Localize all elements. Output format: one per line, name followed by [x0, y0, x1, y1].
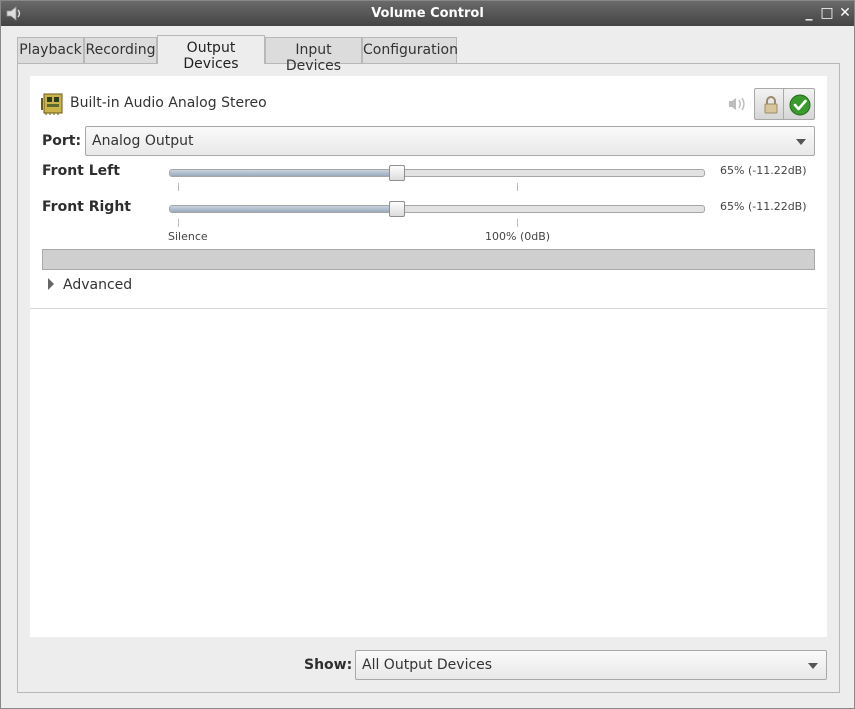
tick-silence — [178, 219, 179, 227]
volume-control-window: Volume Control _ □ ✕ Playback Recording … — [0, 0, 855, 709]
minimize-button[interactable]: _ — [800, 4, 818, 22]
slider-fill — [170, 206, 397, 212]
mark-silence-label: Silence — [168, 230, 208, 243]
tab-configuration[interactable]: Configuration — [362, 37, 458, 63]
checkmark-icon — [789, 94, 811, 116]
set-default-button[interactable] — [783, 88, 815, 120]
channel-label-front-right: Front Right — [42, 199, 131, 215]
tab-playback[interactable]: Playback — [17, 37, 84, 63]
chevron-down-icon — [808, 663, 818, 669]
close-button[interactable]: ✕ — [836, 4, 854, 22]
expander-arrow-icon — [48, 278, 54, 290]
volume-value-front-left: 65% (-11.22dB) — [720, 164, 807, 177]
padlock-icon — [764, 96, 778, 114]
lock-channels-button[interactable] — [754, 88, 786, 120]
slider-thumb[interactable] — [389, 165, 405, 181]
show-label: Show: — [304, 657, 353, 673]
device-panel — [30, 76, 827, 637]
slider-thumb[interactable] — [389, 201, 405, 217]
device-name: Built-in Audio Analog Stereo — [70, 95, 267, 111]
show-filter-select[interactable]: All Output Devices — [355, 650, 827, 680]
advanced-label: Advanced — [63, 277, 133, 293]
channel-label-front-left: Front Left — [42, 163, 120, 179]
speaker-volume-icon[interactable] — [727, 95, 747, 113]
slider-front-right[interactable] — [169, 201, 705, 217]
peak-level-meter — [42, 249, 815, 270]
sound-card-icon — [41, 93, 63, 115]
port-label: Port: — [42, 133, 82, 149]
title-bar[interactable]: Volume Control _ □ ✕ — [1, 1, 854, 26]
slider-front-left[interactable] — [169, 165, 705, 181]
tab-recording[interactable]: Recording — [84, 37, 157, 63]
tab-output-devices[interactable]: Output Devices — [157, 35, 265, 72]
tick-100 — [517, 183, 518, 191]
mark-100-label: 100% (0dB) — [485, 230, 551, 243]
device-separator — [30, 308, 827, 309]
maximize-button[interactable]: □ — [818, 4, 836, 22]
volume-value-front-right: 65% (-11.22dB) — [720, 200, 807, 213]
tick-100 — [517, 219, 518, 227]
port-select[interactable]: Analog Output — [85, 126, 815, 156]
tick-silence — [178, 183, 179, 191]
show-filter-value: All Output Devices — [362, 657, 493, 673]
chevron-down-icon — [796, 139, 806, 145]
port-select-value: Analog Output — [92, 133, 194, 149]
slider-fill — [170, 170, 397, 176]
window-title: Volume Control — [371, 6, 484, 21]
tab-input-devices[interactable]: Input Devices — [265, 37, 362, 74]
